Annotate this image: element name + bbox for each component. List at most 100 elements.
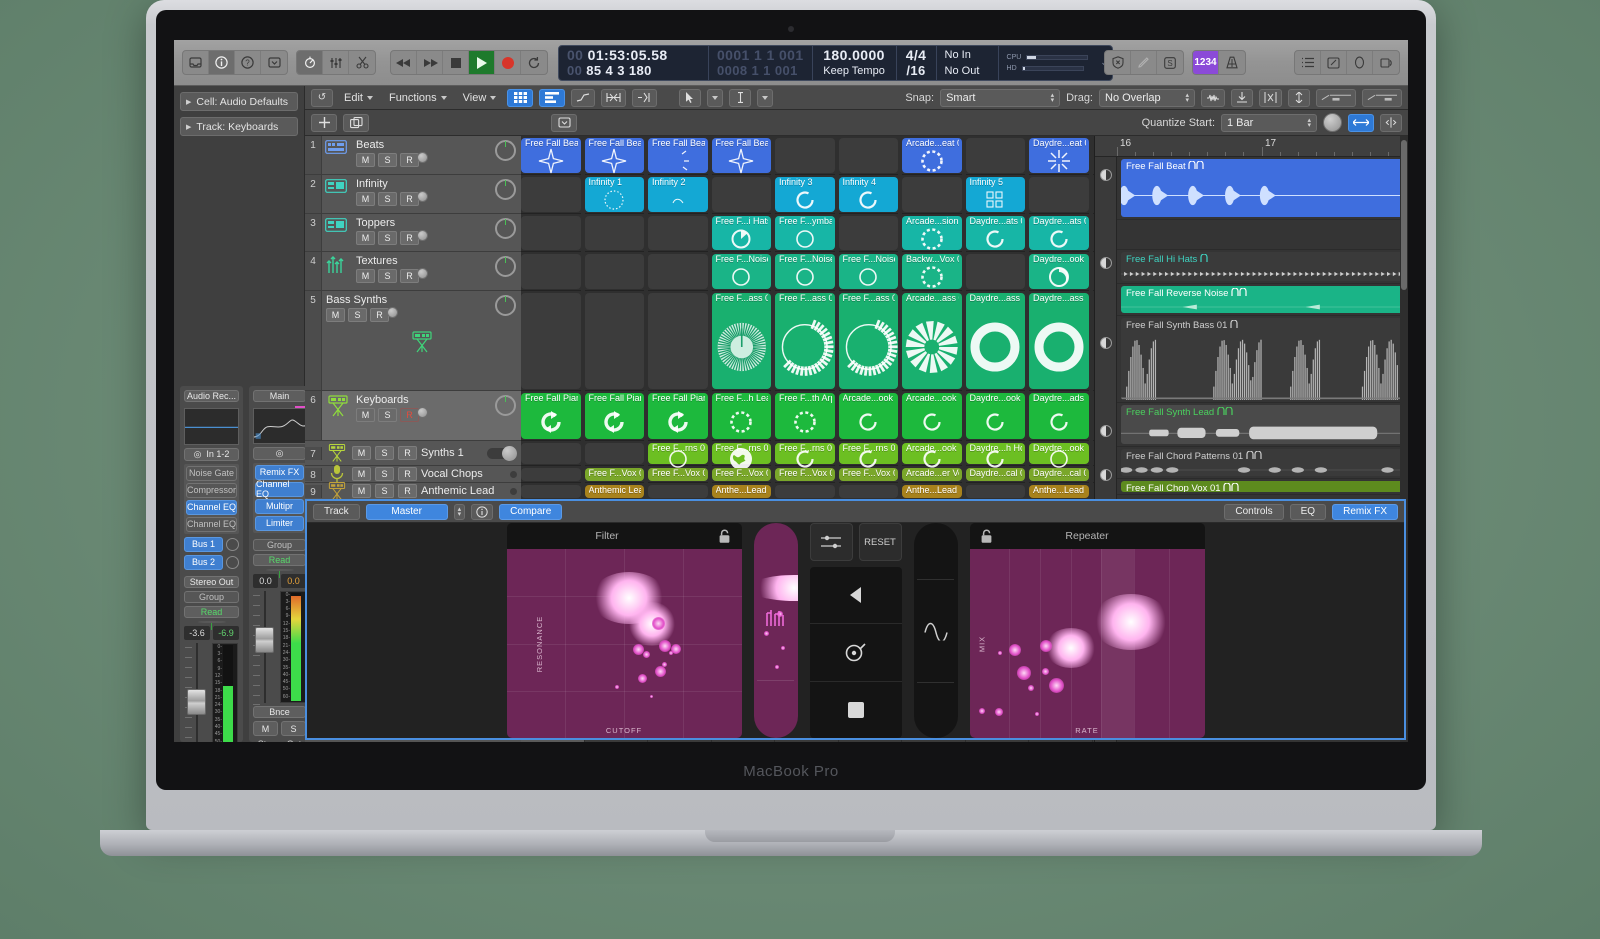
plugin-tab-controls[interactable]: Controls — [1224, 504, 1283, 520]
pan-knob[interactable] — [495, 295, 516, 316]
notes-icon[interactable] — [1321, 51, 1347, 74]
loop-cell[interactable]: Free Fall Beat — [712, 136, 776, 175]
mute-button[interactable]: M — [356, 408, 375, 422]
automation-button[interactable] — [571, 89, 595, 107]
solo-button[interactable]: S — [378, 192, 397, 206]
peak-value[interactable]: 0.0 — [281, 574, 306, 588]
empty-cell[interactable] — [839, 136, 903, 175]
play-button[interactable] — [469, 51, 495, 74]
loop-cell[interactable]: Free F...ass 01 — [712, 291, 776, 391]
count-in-1234-icon[interactable]: 1234 — [1193, 51, 1219, 74]
loop-cell[interactable]: Free F...i Hats — [712, 214, 776, 252]
mute-button[interactable]: M — [352, 467, 371, 481]
lcd-display[interactable]: 00 01:53:05.58 00 85 4 3 180 0001 1 1 00… — [558, 45, 1113, 81]
empty-cell[interactable] — [521, 441, 585, 466]
gater-strip[interactable] — [754, 523, 798, 738]
plugin-preset-menu[interactable]: Master — [366, 504, 448, 520]
pan-knob[interactable] — [495, 140, 516, 161]
lcd-cycle-range[interactable]: 0001 1 1 001 0008 1 1 001 — [709, 46, 813, 80]
loop-cell[interactable]: Arcade...eat 01 — [902, 136, 966, 175]
solo-button[interactable]: S — [375, 446, 394, 460]
metronome-icon[interactable] — [297, 51, 323, 74]
track-header-row[interactable]: 7 M S R Synths 1 — [305, 441, 521, 466]
mute-button[interactable]: M — [356, 231, 375, 245]
tracks-view-button[interactable] — [539, 89, 565, 107]
loop-cell[interactable]: Free F...Vox 01 — [585, 466, 649, 483]
loop-browser-icon[interactable] — [1347, 51, 1373, 74]
loop-cell[interactable]: Free F...Vox 01 — [712, 466, 776, 483]
lcd-signature[interactable]: 4/4 /16 — [897, 46, 937, 80]
plugin-track-button[interactable]: Track — [313, 504, 360, 520]
mute-button[interactable]: M — [356, 269, 375, 283]
send-slot[interactable]: Bus 2 — [184, 555, 223, 570]
mute-button[interactable]: M — [356, 192, 375, 206]
flex-button[interactable] — [601, 89, 626, 107]
solo-button[interactable]: S — [375, 467, 394, 481]
loop-cell[interactable]: Daydre...ats 01 — [966, 214, 1030, 252]
volume-fader[interactable] — [253, 591, 277, 703]
loop-cell[interactable]: Free Fall Beat — [521, 136, 585, 175]
insert-slot[interactable]: Compressor — [186, 483, 237, 498]
send-level-knob[interactable] — [226, 556, 239, 569]
loop-cell[interactable]: Free F...Vox 01 — [648, 466, 712, 483]
lcd-io[interactable]: No In No Out — [937, 46, 999, 80]
loop-cell[interactable]: Infinity 1 — [585, 175, 649, 214]
wobble-strip[interactable] — [914, 523, 958, 738]
loop-cell[interactable]: Infinity 4 — [839, 175, 903, 214]
insert-slot[interactable]: Channel EQ — [255, 482, 304, 497]
record-button[interactable]: R — [400, 408, 419, 422]
eq-thumbnail[interactable] — [253, 408, 306, 444]
add-track-button[interactable] — [311, 114, 337, 132]
empty-cell[interactable] — [521, 175, 585, 214]
audio-region[interactable]: Free Fall Beat — [1121, 159, 1408, 217]
separator-button[interactable] — [1259, 89, 1282, 107]
plugin-tab-remix-fx[interactable]: Remix FX — [1332, 504, 1398, 520]
loop-cell[interactable]: Free F...rns 02 — [775, 441, 839, 466]
empty-cell[interactable] — [966, 252, 1030, 291]
loop-cell[interactable]: Free F...ass 02 — [775, 291, 839, 391]
plugin-preset-stepper[interactable]: ▴▾ — [454, 504, 466, 520]
send-slot[interactable]: Bus 1 — [184, 537, 223, 552]
record-button[interactable]: R — [370, 308, 389, 322]
solo-button[interactable]: S — [378, 269, 397, 283]
volume-slider[interactable] — [487, 448, 517, 459]
loop-cell[interactable]: Arcade...ook 07 — [902, 441, 966, 466]
empty-cell[interactable] — [775, 136, 839, 175]
mute-button[interactable]: M — [326, 308, 345, 322]
output-button[interactable]: Stereo Out — [184, 576, 239, 588]
volume-fader[interactable] — [185, 643, 209, 742]
empty-cell[interactable] — [966, 483, 1030, 500]
pan-knob[interactable] — [495, 179, 516, 200]
menu-view[interactable]: View — [458, 90, 502, 106]
fade-tool-button[interactable] — [1201, 89, 1225, 107]
lock-icon[interactable] — [708, 523, 742, 549]
pan-knob[interactable] — [495, 256, 516, 277]
loop-cell[interactable]: Backw...Vox 01 — [902, 252, 966, 291]
solo-button[interactable]: S — [378, 408, 397, 422]
shield-x-icon[interactable] — [1105, 51, 1131, 74]
audio-region[interactable]: Free Fall Hi Hats — [1121, 252, 1408, 281]
loop-cell[interactable]: Free F...ymbals — [775, 214, 839, 252]
disclosure-triangle-icon[interactable]: ▶ — [186, 123, 191, 131]
loop-cell[interactable]: Daydre...cal 02 — [1029, 466, 1093, 483]
pointer-tool-chevron[interactable] — [707, 89, 723, 107]
record-button[interactable]: R — [400, 153, 419, 167]
solo-button[interactable]: S — [375, 484, 394, 498]
empty-cell[interactable] — [775, 483, 839, 500]
track-header-row[interactable]: 3 Toppers M S R — [305, 214, 521, 252]
peak-value[interactable]: -6.9 — [213, 626, 239, 640]
forward-button[interactable] — [417, 51, 443, 74]
reverse-play-button[interactable] — [810, 567, 902, 624]
loop-cell[interactable]: Daydre...ass 02 — [966, 291, 1030, 391]
reset-button[interactable]: RESET — [859, 523, 902, 561]
empty-cell[interactable] — [521, 291, 585, 391]
empty-cell[interactable] — [966, 136, 1030, 175]
empty-cell[interactable] — [648, 214, 712, 252]
solo-button[interactable]: S — [281, 721, 306, 736]
loop-cell[interactable]: Free F...th Arp — [775, 391, 839, 441]
empty-cell[interactable] — [585, 214, 649, 252]
list-icon[interactable] — [1295, 51, 1321, 74]
loop-cell[interactable]: Infinity 3 — [775, 175, 839, 214]
record-button[interactable]: R — [400, 192, 419, 206]
inspector-button[interactable] — [209, 51, 235, 74]
